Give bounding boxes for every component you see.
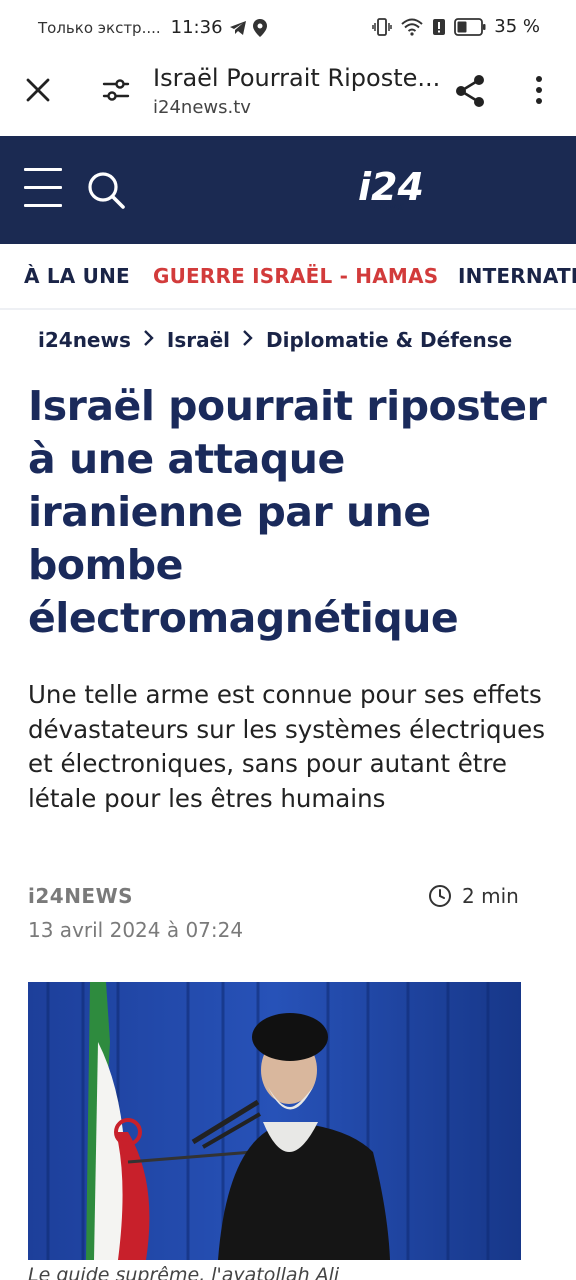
read-time: 2 min	[428, 884, 519, 908]
wifi-icon	[401, 18, 423, 36]
more-vert-icon[interactable]	[527, 74, 551, 108]
clock: 11:36	[170, 17, 223, 38]
close-icon[interactable]	[22, 74, 54, 106]
breadcrumb-item-diplomatie[interactable]: Diplomatie & Défense	[266, 328, 512, 352]
carrier-label: Только экстр....	[38, 18, 161, 37]
page-title: Israël Pourrait Riposte...	[153, 64, 441, 92]
status-bar: Только экстр.... 11:36 35 %	[0, 0, 576, 56]
chevron-right-icon	[242, 328, 254, 352]
location-icon	[252, 18, 267, 37]
breadcrumb-item-home[interactable]: i24news	[38, 328, 131, 352]
article-author[interactable]: i24NEWS	[28, 884, 133, 908]
nav-item-a-la-une[interactable]: À LA UNE	[24, 264, 130, 288]
image-caption: Le guide suprême, l'ayatollah Ali	[28, 1264, 340, 1280]
browser-toolbar: Israël Pourrait Riposte... i24news.tv	[0, 56, 576, 136]
article-standfirst: Une telle arme est connue pour ses effet…	[28, 680, 545, 813]
nav-item-guerre-israel-hamas[interactable]: GUERRE ISRAËL - HAMAS	[153, 264, 438, 288]
site-header: i24 NEWS	[0, 136, 576, 244]
nav-item-international[interactable]: INTERNATIONAL	[458, 264, 576, 288]
battery-icon	[454, 17, 486, 36]
article-date: 13 avril 2024 à 07:24	[28, 918, 244, 942]
chevron-right-icon	[143, 328, 155, 352]
breadcrumb: i24news Israël Diplomatie & Défense	[38, 328, 512, 352]
clock-icon	[429, 885, 451, 907]
page-url[interactable]: i24news.tv	[153, 97, 251, 118]
article-headline: Israël pourrait riposter à une attaque i…	[28, 382, 547, 642]
search-icon[interactable]	[84, 168, 128, 212]
category-nav: À LA UNE GUERRE ISRAËL - HAMAS INTERNATI…	[0, 244, 576, 310]
tune-icon[interactable]	[100, 74, 132, 106]
breadcrumb-item-israel[interactable]: Israël	[167, 328, 230, 352]
i24news-logo[interactable]: i24 NEWS	[356, 166, 440, 214]
vibrate-icon	[372, 17, 393, 36]
telegram-icon	[229, 20, 246, 35]
menu-icon[interactable]	[24, 168, 64, 212]
share-icon[interactable]	[452, 72, 490, 110]
article-hero-image[interactable]	[28, 982, 521, 1260]
read-time-label: 2 min	[462, 884, 519, 908]
battery-percent: 35 %	[494, 16, 540, 37]
alert-icon	[433, 18, 446, 35]
svg-text:NEWS: NEWS	[374, 203, 404, 213]
